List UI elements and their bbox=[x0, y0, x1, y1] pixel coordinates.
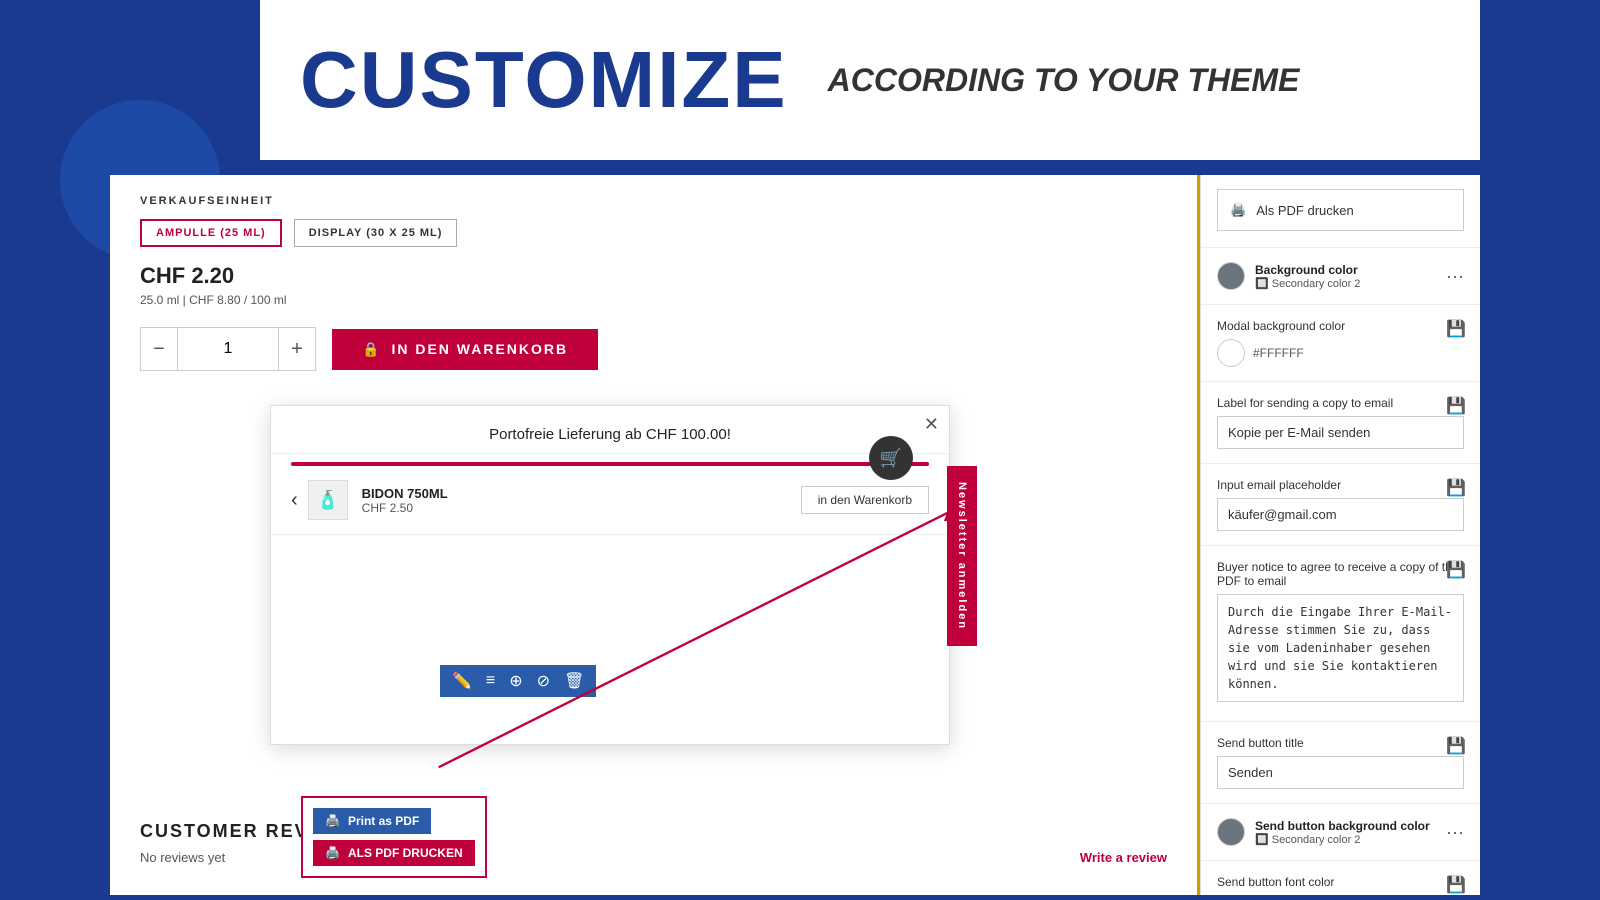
send-btn-bg-icon: 🔲 bbox=[1255, 834, 1269, 846]
buyer-notice-save-icon: 💾 bbox=[1446, 560, 1466, 580]
settings-send-font-item: Send button font color 💾 bbox=[1201, 861, 1480, 895]
qty-row: − + 🔒 IN DEN WARENKORB bbox=[140, 327, 1167, 371]
copy-email-input[interactable] bbox=[1217, 416, 1464, 449]
bg-color-info: Background color 🔲 Secondary color 2 bbox=[1255, 263, 1436, 290]
als-icon: 🖨️ bbox=[325, 846, 340, 860]
modal-overlay: ✕ Portofreie Lieferung ab CHF 100.00! ‹ … bbox=[270, 405, 950, 745]
toolbar-edit-icon[interactable]: ✏️ bbox=[452, 671, 472, 691]
bg-right bbox=[1480, 0, 1600, 900]
qty-decrease-btn[interactable]: − bbox=[140, 327, 178, 371]
settings-pdf-label: Als PDF drucken bbox=[1256, 203, 1354, 218]
settings-pdf-btn-item: 🖨️ Als PDF drucken bbox=[1201, 175, 1480, 248]
add-to-cart-label: IN DEN WARENKORB bbox=[391, 341, 568, 357]
modal-close-btn[interactable]: ✕ bbox=[924, 414, 939, 435]
buyer-notice-textarea[interactable] bbox=[1217, 594, 1464, 702]
modal-shipping-text: Portofreie Lieferung ab CHF 100.00! bbox=[271, 406, 949, 454]
send-btn-title-input[interactable] bbox=[1217, 756, 1464, 789]
cart-item-add-btn[interactable]: in den Warenkorb bbox=[801, 486, 929, 514]
send-btn-bg-dots-btn[interactable]: ··· bbox=[1446, 822, 1464, 843]
variant-btn-1[interactable]: AMPULLE (25 ML) bbox=[140, 219, 282, 247]
product-unit: 25.0 ml | CHF 8.80 / 100 ml bbox=[140, 293, 1167, 307]
color-row-bg: Background color 🔲 Secondary color 2 ··· bbox=[1217, 262, 1464, 290]
header: CUSTOMIZE ACCORDING TO YOUR THEME bbox=[260, 0, 1480, 160]
add-to-cart-btn[interactable]: 🔒 IN DEN WARENKORB bbox=[332, 329, 598, 370]
cart-prev-btn[interactable]: ‹ bbox=[291, 489, 298, 512]
send-btn-bg-label: Send button background color bbox=[1255, 819, 1436, 833]
cart-item-price: CHF 2.50 bbox=[362, 501, 801, 515]
settings-buyer-notice-item: Buyer notice to agree to receive a copy … bbox=[1201, 546, 1480, 722]
write-review-link[interactable]: Write a review bbox=[1080, 850, 1167, 865]
settings-modal-bg-item: Modal background color #FFFFFF 💾 bbox=[1201, 305, 1480, 382]
main-content: VERKAUFSEINHEIT AMPULLE (25 ML) DISPLAY … bbox=[110, 175, 1480, 895]
reviews-section: CUSTOMER REVIEWS No reviews yet Write a … bbox=[140, 821, 1167, 865]
modal-bg-save-icon: 💾 bbox=[1446, 319, 1466, 339]
bg-color-dots-btn[interactable]: ··· bbox=[1446, 266, 1464, 287]
settings-pdf-print-btn[interactable]: 🖨️ Als PDF drucken bbox=[1217, 189, 1464, 231]
toolbar-slash-icon[interactable]: ⊘ bbox=[537, 671, 550, 691]
cart-item-info: BIDON 750ML CHF 2.50 bbox=[362, 486, 801, 515]
settings-send-btn-title-item: Send button title 💾 bbox=[1201, 722, 1480, 804]
send-btn-bg-value: 🔲 Secondary color 2 bbox=[1255, 833, 1436, 846]
main-title: CUSTOMIZE bbox=[300, 34, 788, 126]
settings-placeholder-item: Input email placeholder 💾 bbox=[1201, 464, 1480, 546]
reviews-empty: No reviews yet bbox=[140, 850, 225, 865]
send-font-save-icon: 💾 bbox=[1446, 875, 1466, 895]
edit-toolbar: ✏️ ≡ ⊕ ⊘ 🗑 bbox=[440, 665, 596, 697]
bg-color-icon: 🔲 bbox=[1255, 278, 1269, 290]
placeholder-input[interactable] bbox=[1217, 498, 1464, 531]
toolbar-delete-icon[interactable]: 🗑 bbox=[564, 671, 584, 691]
main-subtitle: ACCORDING TO YOUR THEME bbox=[828, 62, 1300, 99]
als-label: ALS PDF DRUCKEN bbox=[348, 846, 463, 860]
settings-print-icon: 🖨️ bbox=[1230, 202, 1246, 218]
reviews-row: No reviews yet Write a review bbox=[140, 850, 1167, 865]
print-as-pdf-btn[interactable]: 🖨️ Print as PDF bbox=[313, 808, 431, 834]
modal-bg-label: Modal background color bbox=[1217, 319, 1464, 333]
send-btn-bg-circle bbox=[1217, 818, 1245, 846]
qty-increase-btn[interactable]: + bbox=[278, 327, 316, 371]
product-label: VERKAUFSEINHEIT bbox=[140, 195, 1167, 207]
print-pdf-box: 🖨️ Print as PDF 🖨️ ALS PDF DRUCKEN bbox=[301, 796, 487, 878]
product-panel: VERKAUFSEINHEIT AMPULLE (25 ML) DISPLAY … bbox=[110, 175, 1200, 895]
placeholder-label: Input email placeholder bbox=[1217, 478, 1464, 492]
copy-email-label: Label for sending a copy to email bbox=[1217, 396, 1464, 410]
qty-input[interactable] bbox=[178, 327, 278, 371]
cart-icon: 🔒 bbox=[362, 341, 381, 358]
als-pdf-drucken-btn[interactable]: 🖨️ ALS PDF DRUCKEN bbox=[313, 840, 475, 866]
bg-color-value: 🔲 Secondary color 2 bbox=[1255, 277, 1436, 290]
buyer-notice-label: Buyer notice to agree to receive a copy … bbox=[1217, 560, 1464, 588]
settings-send-btn-bg-item: Send button background color 🔲 Secondary… bbox=[1201, 804, 1480, 861]
newsletter-label: Newsletter anmelden bbox=[947, 466, 977, 646]
toolbar-list-icon[interactable]: ≡ bbox=[486, 672, 495, 690]
bg-color-label: Background color bbox=[1255, 263, 1436, 277]
cart-item-name: BIDON 750ML bbox=[362, 486, 801, 501]
send-btn-bg-text: Secondary color 2 bbox=[1272, 834, 1361, 846]
settings-panel: 🖨️ Als PDF drucken Background color 🔲 Se… bbox=[1200, 175, 1480, 895]
product-variants: AMPULLE (25 ML) DISPLAY (30 X 25 ML) bbox=[140, 219, 1167, 247]
send-font-label: Send button font color bbox=[1217, 875, 1464, 889]
reviews-title: CUSTOMER REVIEWS bbox=[140, 821, 1167, 842]
modal-cart-item: ‹ 🧴 BIDON 750ML CHF 2.50 in den Warenkor… bbox=[271, 466, 949, 535]
bg-color-text: Secondary color 2 bbox=[1272, 278, 1361, 290]
bg-color-circle bbox=[1217, 262, 1245, 290]
copy-email-save-icon: 💾 bbox=[1446, 396, 1466, 416]
modal-bg-value: #FFFFFF bbox=[1253, 346, 1304, 360]
toolbar-link-icon[interactable]: ⊕ bbox=[509, 671, 522, 691]
color-row-send: Send button background color 🔲 Secondary… bbox=[1217, 818, 1464, 846]
settings-bg-color-item: Background color 🔲 Secondary color 2 ··· bbox=[1201, 248, 1480, 305]
print-label: Print as PDF bbox=[348, 814, 419, 828]
send-btn-title-label: Send button title bbox=[1217, 736, 1464, 750]
placeholder-save-icon: 💾 bbox=[1446, 478, 1466, 498]
cart-item-icon: 🧴 bbox=[316, 490, 338, 511]
variant-btn-2[interactable]: DISPLAY (30 X 25 ML) bbox=[294, 219, 458, 247]
modal-bg-circle bbox=[1217, 339, 1245, 367]
product-price: CHF 2.20 bbox=[140, 263, 1167, 289]
settings-copy-email-item: Label for sending a copy to email 💾 bbox=[1201, 382, 1480, 464]
send-btn-bg-info: Send button background color 🔲 Secondary… bbox=[1255, 819, 1436, 846]
print-icon: 🖨️ bbox=[325, 814, 340, 828]
send-btn-title-save-icon: 💾 bbox=[1446, 736, 1466, 756]
cart-icon-box: 🛒 bbox=[869, 436, 913, 480]
cart-item-image: 🧴 bbox=[308, 480, 348, 520]
